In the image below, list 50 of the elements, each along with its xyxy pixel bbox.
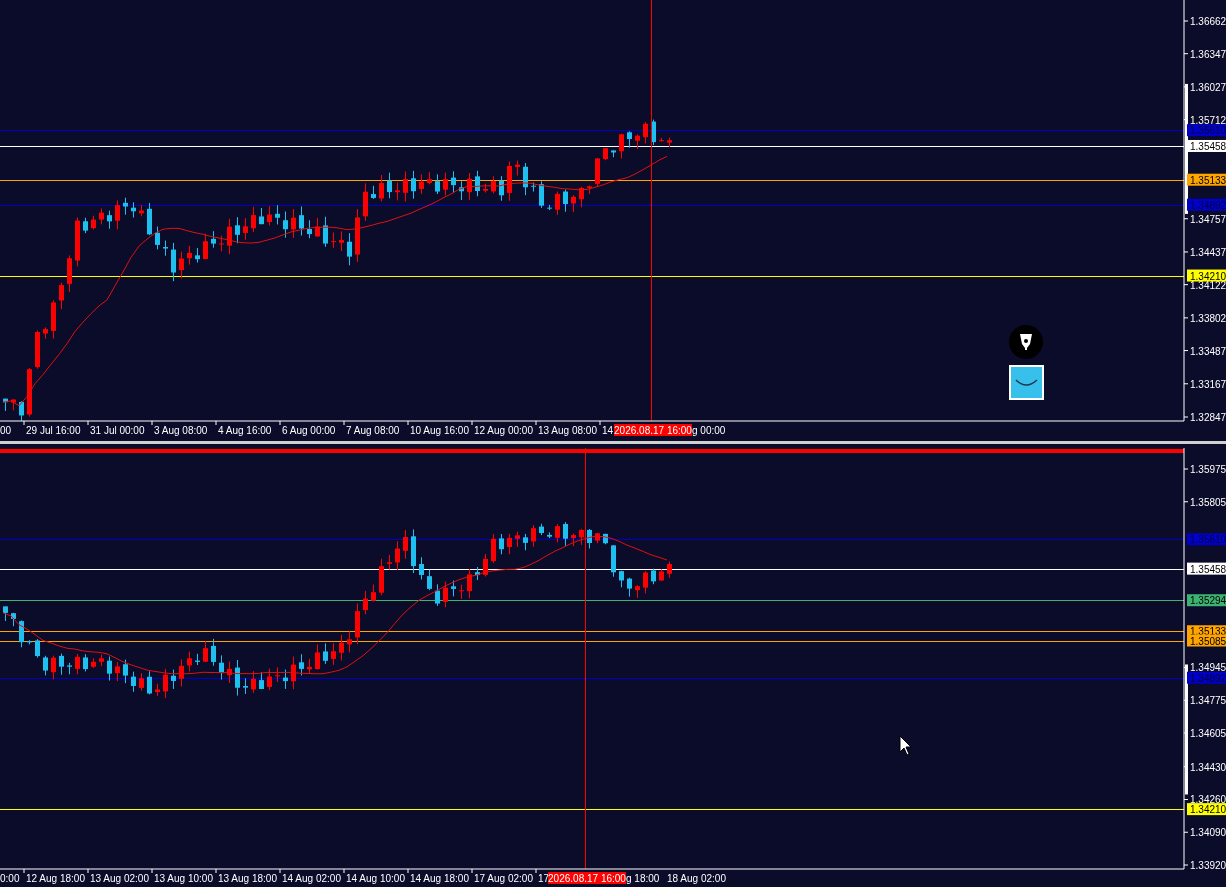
price-tag: 1.35085 [1187, 634, 1226, 647]
time-label: 14 Aug 02:00 [282, 873, 341, 884]
price-label: 1.33167 [1190, 378, 1226, 390]
crosshair-time-tag: 2026.08.17 16:00 [614, 424, 692, 436]
price-label: 1.36027 [1190, 81, 1226, 93]
time-label: 29 Jul 16:00 [26, 425, 81, 436]
time-label: g 18:00 [626, 873, 660, 884]
time-label: 31 Jul 00:00 [90, 425, 145, 436]
time-label: 12 Aug 00:00 [474, 425, 533, 436]
time-label: 14 [602, 425, 614, 436]
price-label: 1.34430 [1190, 761, 1226, 773]
price-tag: 1.34210 [1187, 803, 1226, 816]
time-label: 4 Aug 16:00 [218, 425, 272, 436]
time-label: 00 [0, 425, 12, 436]
time-label: 13 Aug 08:00 [538, 425, 597, 436]
price-label: 1.34945 [1190, 662, 1226, 674]
price-label: 1.34437 [1190, 246, 1226, 258]
price-label: 1.36662 [1190, 16, 1226, 27]
price-label: 1.35712 [1190, 114, 1226, 126]
time-label: 13 Aug 10:00 [154, 873, 213, 884]
price-label: 1.34260 [1190, 794, 1226, 806]
time-label: 0:00 [0, 873, 20, 884]
price-label: 1.35805 [1190, 496, 1226, 508]
price-label: 1.34775 [1190, 695, 1226, 707]
price-tag: 1.35294 [1187, 594, 1226, 607]
time-label: 6 Aug 00:00 [282, 425, 336, 436]
price-label: 1.33920 [1190, 860, 1226, 871]
price-tag: 1.35610 [1187, 124, 1226, 137]
time-label: 14 Aug 18:00 [410, 873, 469, 884]
price-label: 1.32847 [1190, 412, 1226, 423]
price-label: 1.34605 [1190, 728, 1226, 739]
price-label: 1.34122 [1190, 279, 1226, 291]
time-label: 7 Aug 08:00 [346, 425, 400, 436]
time-label: 12 Aug 18:00 [26, 873, 85, 884]
time-label: g 00:00 [692, 425, 726, 436]
crosshair-time-tag: 2026.08.17 16:00 [548, 872, 626, 884]
time-label: 3 Aug 08:00 [154, 425, 208, 436]
price-label: 1.33487 [1190, 345, 1226, 357]
price-label: 1.35975 [1190, 464, 1226, 475]
price-label: 1.33802 [1190, 312, 1226, 324]
price-label: 1.36347 [1190, 48, 1226, 60]
time-label: 18 Aug 02:00 [667, 873, 726, 884]
time-label: 10 Aug 16:00 [410, 425, 469, 436]
price-tag: 1.35610 [1187, 533, 1226, 546]
time-label: 13 Aug 18:00 [218, 873, 277, 884]
time-label: 14 Aug 10:00 [346, 873, 405, 884]
time-label: 13 Aug 02:00 [90, 873, 149, 884]
time-label: 17 Aug 02:00 [474, 873, 533, 884]
price-label: 1.34090 [1190, 827, 1226, 839]
price-label: 1.34757 [1190, 213, 1226, 225]
